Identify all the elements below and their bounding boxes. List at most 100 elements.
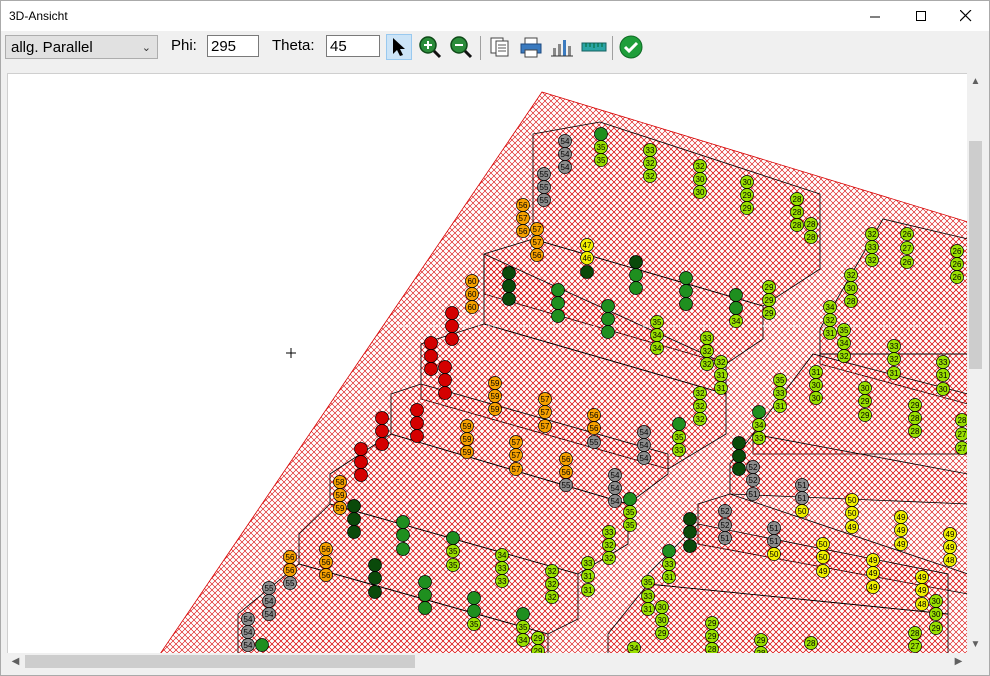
chart-button[interactable]	[549, 34, 575, 60]
marker	[467, 591, 481, 605]
marker	[347, 512, 361, 526]
pointer-tool-button[interactable]	[386, 34, 412, 60]
copy-button[interactable]	[487, 34, 513, 60]
marker-label: 28	[793, 208, 802, 217]
marker: 49	[816, 564, 830, 578]
marker	[354, 442, 368, 456]
marker	[255, 638, 269, 652]
close-button[interactable]	[943, 1, 989, 31]
phi-input[interactable]: 295	[207, 35, 259, 57]
scroll-down-icon[interactable]: ▼	[967, 636, 984, 653]
zoom-out-button[interactable]	[448, 34, 474, 60]
marker: 26	[950, 257, 964, 271]
marker-label: 49	[897, 513, 906, 522]
horizontal-scroll-thumb[interactable]	[25, 655, 415, 668]
marker: 51	[795, 491, 809, 505]
marker: 58	[333, 475, 347, 489]
scroll-left-icon[interactable]: ◀	[7, 653, 24, 670]
zoom-out-icon	[450, 36, 473, 59]
marker-label: 31	[644, 605, 653, 614]
marker: 56	[559, 465, 573, 479]
marker	[438, 360, 452, 374]
marker	[679, 271, 693, 285]
marker-label: 50	[848, 496, 857, 505]
marker: 55	[537, 193, 551, 207]
marker: 49	[915, 583, 929, 597]
minimize-button[interactable]	[852, 1, 898, 31]
marker-label: 34	[755, 421, 764, 430]
marker: 33	[936, 355, 950, 369]
marker-label: 33	[776, 389, 785, 398]
confirm-button[interactable]	[618, 34, 644, 60]
marker-label: 54	[265, 610, 274, 619]
marker-label: 34	[498, 551, 507, 560]
marker	[438, 386, 452, 400]
marker-label: 31	[717, 371, 726, 380]
marker-label: 34	[653, 344, 662, 353]
marker: 56	[559, 452, 573, 466]
marker-label: 54	[561, 163, 570, 172]
marker-label: 29	[932, 624, 941, 633]
print-icon	[520, 37, 542, 58]
marker-label: 32	[868, 230, 877, 239]
marker: 56	[319, 542, 333, 556]
marker-label: 56	[519, 227, 528, 236]
vertical-scroll-thumb[interactable]	[969, 141, 982, 369]
marker: 30	[655, 613, 669, 627]
marker: 31	[714, 381, 728, 395]
marker-label: 29	[861, 397, 870, 406]
marker-label: 49	[897, 540, 906, 549]
marker: 33	[581, 556, 595, 570]
marker	[662, 544, 676, 558]
marker: 49	[894, 537, 908, 551]
marker-label: 55	[540, 196, 549, 205]
marker: 54	[262, 594, 276, 608]
marker: 51	[767, 521, 781, 535]
marker-label: 52	[749, 476, 758, 485]
projection-select[interactable]: allg. Parallel ⌄	[5, 35, 158, 59]
marker-label: 32	[717, 358, 726, 367]
marker: 49	[845, 520, 859, 534]
marker-label: 59	[463, 422, 472, 431]
zoom-in-button[interactable]	[417, 34, 443, 60]
marker-label: 32	[646, 172, 655, 181]
vertical-scrollbar[interactable]: ▲ ▼	[967, 73, 984, 653]
marker: 29	[705, 629, 719, 643]
3d-view-canvas[interactable]: 54 54 54 35 35 33 32 32 32 30 30 30 29 29 28 28 28 28 28 55…	[7, 73, 969, 655]
marker: 34	[837, 336, 851, 350]
marker: 49	[866, 580, 880, 594]
marker	[445, 332, 459, 346]
title-bar: 3D-Ansicht	[1, 1, 989, 31]
marker-label: 49	[946, 543, 955, 552]
marker-label: 57	[541, 395, 550, 404]
marker: 56	[283, 550, 297, 564]
window-title: 3D-Ansicht	[9, 9, 68, 23]
scroll-up-icon[interactable]: ▲	[967, 73, 984, 90]
marker-label: 28	[807, 639, 816, 648]
horizontal-scrollbar[interactable]: ◀ ▶	[7, 653, 967, 670]
marker-label: 26	[953, 260, 962, 269]
ruler-button[interactable]	[580, 34, 608, 60]
print-button[interactable]	[518, 34, 544, 60]
marker-label: 49	[918, 586, 927, 595]
marker-label: 29	[765, 283, 774, 292]
theta-input[interactable]: 45	[326, 35, 380, 57]
toolbar: allg. Parallel ⌄ Phi: 295 Theta: 45	[1, 31, 989, 69]
scroll-right-icon[interactable]: ▶	[950, 653, 967, 670]
marker-label: 56	[519, 201, 528, 210]
marker: 30	[936, 382, 950, 396]
marker: 52	[718, 504, 732, 518]
marker-label: 35	[626, 508, 635, 517]
maximize-button[interactable]	[898, 1, 944, 31]
marker: 27	[900, 241, 914, 255]
marker: 29	[908, 398, 922, 412]
marker	[629, 255, 643, 269]
marker: 32	[844, 268, 858, 282]
marker	[551, 296, 565, 310]
marker: 34	[650, 341, 664, 355]
marker: 49	[866, 566, 880, 580]
marker-label: 49	[819, 567, 828, 576]
marker-label: 30	[847, 284, 856, 293]
marker: 33	[773, 386, 787, 400]
marker: 50	[845, 493, 859, 507]
